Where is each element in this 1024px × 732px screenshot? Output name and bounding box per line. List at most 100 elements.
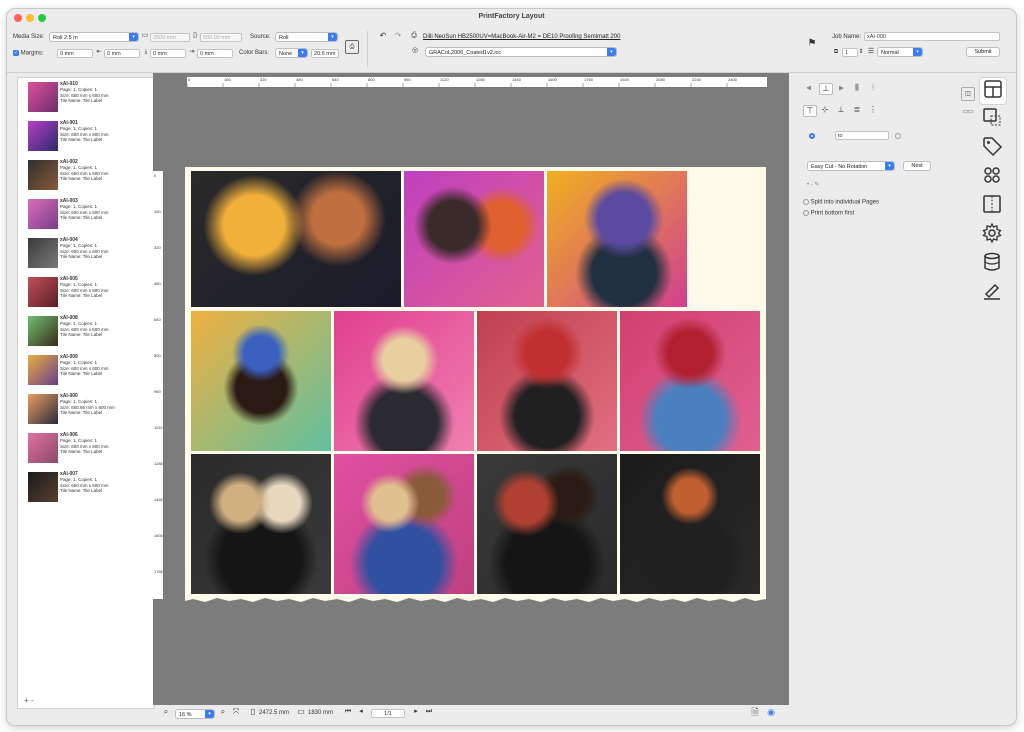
zoom-out-icon[interactable]: ⌕ (161, 707, 171, 717)
distribute-vertical-icon[interactable]: ≣ (851, 105, 863, 115)
submit-button[interactable]: Submit (966, 47, 1000, 57)
sheet-height: 1830 mm (308, 710, 334, 716)
placed-image[interactable] (547, 171, 687, 307)
job-list-item[interactable]: xAI-005 Page: 1, Copies: 1 Size: 600 mm x … (28, 276, 148, 309)
zoom-select[interactable]: 16 % ▾ (175, 709, 215, 719)
job-list-item[interactable]: xAI-010 Page: 1, Copies: 1 Size: 600 mm x … (28, 81, 148, 114)
job-name-field[interactable]: xAI-000 (864, 32, 1000, 41)
tab-grid[interactable] (979, 164, 1005, 190)
printer-link[interactable]: Dilli NeoSun HB2500UV=MacBook-Air-M2 = D… (423, 34, 620, 40)
media-size-select[interactable]: Roll 2.5 m ▾ (49, 32, 139, 42)
margin-right-field[interactable]: 0 mm (197, 49, 233, 58)
length-field[interactable]: 500.00 mm (200, 33, 242, 42)
job-tile-name: Tile Name: Tile Label (60, 98, 103, 104)
print-bottom-checkbox[interactable]: Print bottom first (803, 210, 854, 217)
nest-tools[interactable]: • ‑ ✎ (807, 181, 819, 188)
tab-selection[interactable] (979, 106, 1005, 132)
layout-canvas[interactable]: 0 160 320 480 640 800 960 1120 1280 1440… (153, 73, 789, 705)
tab-settings[interactable] (979, 222, 1005, 248)
tab-layout[interactable] (979, 77, 1007, 105)
print-bottom-label: Print bottom first (810, 210, 855, 217)
placed-image[interactable] (404, 171, 544, 307)
align-left-icon[interactable]: ⫷ (803, 83, 815, 93)
last-page-icon[interactable]: ⏭ (424, 707, 434, 717)
page-setup-icon[interactable]: ⎙ (345, 40, 359, 54)
panel-toggle-icon[interactable]: ▭▭ (961, 107, 975, 117)
priority-icon: ☰ (867, 48, 875, 55)
margins-checkbox[interactable]: ✓ Margins: (13, 50, 44, 57)
source-label: Source: (250, 34, 271, 40)
job-list-item[interactable]: xAI-009 Page: 1, Copies: 1 Size: 600 mm x … (28, 354, 148, 387)
placed-image[interactable] (620, 311, 760, 451)
nest-button[interactable]: Nest (903, 161, 931, 171)
margin-bottom-field[interactable]: 0 mm (150, 49, 186, 58)
copies-icon: ⧉ (833, 49, 839, 55)
color-bars-size-field[interactable]: 20.6 mm (311, 49, 339, 58)
margin-left-field[interactable]: 0 mm (104, 49, 140, 58)
spacing-vertical-icon[interactable]: ⋮ (867, 105, 879, 115)
align-center-icon[interactable]: ⊥ (819, 83, 833, 95)
placed-image[interactable] (477, 454, 617, 594)
job-tile-name: Tile Name: Tile Label (60, 410, 103, 416)
copies-stepper[interactable]: ⇕ (858, 47, 864, 57)
job-list-item[interactable]: xAI-003 Page: 1, Copies: 1 Size: 600 mm x … (28, 198, 148, 231)
placed-image[interactable] (191, 454, 331, 594)
source-select[interactable]: Roll ▾ (275, 32, 338, 42)
width-field[interactable]: 2500 mm (150, 33, 190, 42)
fit-icon[interactable]: ⤧ (231, 707, 241, 717)
align-top-icon[interactable]: ⊤ (803, 105, 817, 117)
range-field[interactable]: to (835, 131, 889, 140)
media-sheet[interactable] (185, 167, 766, 597)
align-right-icon[interactable]: ⫸ (835, 83, 847, 93)
ruler-label: 160 (154, 209, 161, 214)
job-list-item[interactable]: xAI-006 Page: 1, Copies: 1 Size: 600 mm x … (28, 432, 148, 465)
distribute-spacing-icon[interactable]: ⦙ (867, 83, 879, 93)
finish-flag-icon[interactable]: ⚑ (805, 39, 819, 49)
database-icon (984, 252, 1000, 271)
range-radio[interactable] (809, 133, 815, 141)
copies-field[interactable]: 1 (842, 48, 858, 57)
job-list-item[interactable]: xAI-004 Page: 1, Copies: 1 Size: 600 mm x … (28, 237, 148, 270)
split-pages-checkbox[interactable]: Split into individual Pages (803, 199, 879, 206)
job-list-item[interactable]: xAI-000 Page: 1, Copies: 1 Size: 600.86 mm… (28, 393, 148, 426)
tab-tags[interactable] (979, 135, 1005, 161)
placed-image[interactable] (620, 454, 760, 594)
placed-image[interactable] (334, 311, 474, 451)
redo-icon[interactable]: ↷ (392, 31, 404, 41)
preview-icon[interactable]: 🗎 (749, 707, 761, 717)
job-list-item[interactable]: xAI-008 Page: 1, Copies: 1 Size: 600 mm x … (28, 315, 148, 348)
globe-icon[interactable]: ◉ (765, 707, 777, 717)
page-field[interactable]: 1/1 (371, 709, 405, 718)
first-page-icon[interactable]: ⏮ (343, 707, 353, 717)
tab-cut[interactable] (979, 280, 1005, 306)
profile-select[interactable]: GRACoL2006_Coated1v2.icc ▾ (425, 47, 617, 57)
previous-page-icon[interactable]: ◂ (356, 707, 366, 717)
margin-top-field[interactable]: 0 mm (57, 49, 93, 58)
panel-option-icon[interactable]: ◫ (961, 87, 975, 101)
chevron-down-icon: ▾ (913, 48, 922, 56)
undo-icon[interactable]: ↶ (377, 31, 389, 41)
job-list-item[interactable]: xAI-002 Page: 1, Copies: 1 Size: 600 mm x … (28, 159, 148, 192)
placed-image[interactable] (191, 171, 401, 307)
job-size: Size: 600 mm x 600 mm (60, 326, 109, 332)
tab-tiling[interactable] (979, 193, 1005, 219)
margin-left-icon: ⇤ (96, 49, 102, 55)
range-radio-2[interactable] (895, 133, 901, 141)
zoom-in-icon[interactable]: ⌕ (218, 707, 228, 717)
align-bottom-icon[interactable]: ⊥ (835, 105, 847, 115)
placed-image[interactable] (191, 311, 331, 451)
align-middle-icon[interactable]: ⊹ (819, 105, 831, 115)
tab-database[interactable] (979, 251, 1005, 277)
job-list-item[interactable]: xAI-007 Page: 1, Copies: 1 Size: 600 mm x … (28, 471, 148, 504)
ruler-label: 480 (154, 281, 161, 286)
job-list-item[interactable]: xAI-001 Page: 1, Copies: 1 Size: 600 mm x … (28, 120, 148, 153)
priority-select[interactable]: Normal ▾ (877, 47, 923, 57)
distribute-horizontal-icon[interactable]: ⫼ (851, 83, 863, 93)
add-remove-controls[interactable]: + ‑ (24, 696, 34, 705)
cut-mode-select[interactable]: Easy Cut - No Rotation ▾ (807, 161, 895, 171)
placed-image[interactable] (477, 311, 617, 451)
next-page-icon[interactable]: ▸ (411, 707, 421, 717)
placed-image[interactable] (334, 454, 474, 594)
color-bars-select[interactable]: None ▾ (275, 48, 308, 58)
width-icon: ▭ (141, 32, 149, 39)
